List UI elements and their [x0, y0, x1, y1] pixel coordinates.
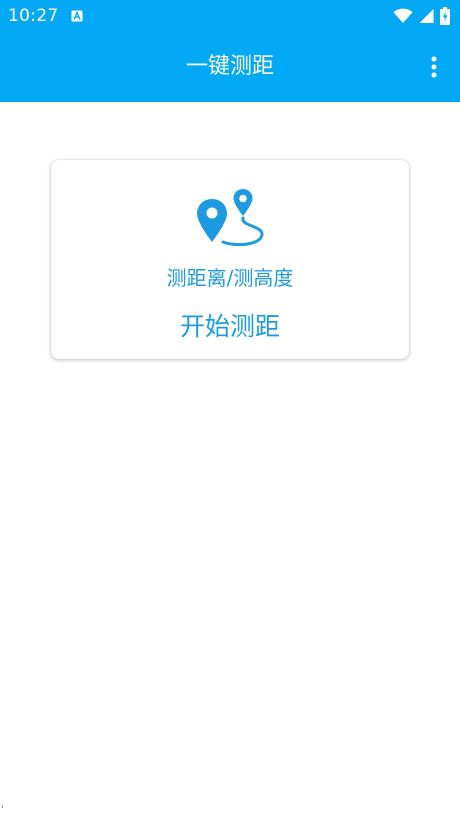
battery-charging-icon — [440, 7, 450, 25]
status-icons — [393, 7, 450, 25]
more-options-button[interactable] — [422, 52, 446, 82]
page-title: 一键测距 — [185, 54, 274, 79]
start-measure-button[interactable]: 开始测距 — [51, 311, 409, 343]
wifi-icon — [393, 8, 413, 23]
route-location-pins-icon — [197, 189, 264, 247]
cell-signal-icon — [419, 9, 434, 23]
card-subtitle: 测距离/测高度 — [166, 266, 294, 290]
more-vert-icon — [431, 56, 437, 78]
status-time: 10:27 — [8, 6, 59, 26]
corner-artifact: ‘ — [1, 805, 4, 815]
app-screen: 10:27 一键测距 测距离/测高度 开始测距 ‘ — [0, 0, 460, 817]
status-bar: 10:27 — [0, 0, 460, 32]
app-bar: 一键测距 — [0, 32, 460, 102]
text-a-icon — [71, 10, 83, 22]
start-measure-card[interactable]: 测距离/测高度 开始测距 — [51, 160, 409, 359]
